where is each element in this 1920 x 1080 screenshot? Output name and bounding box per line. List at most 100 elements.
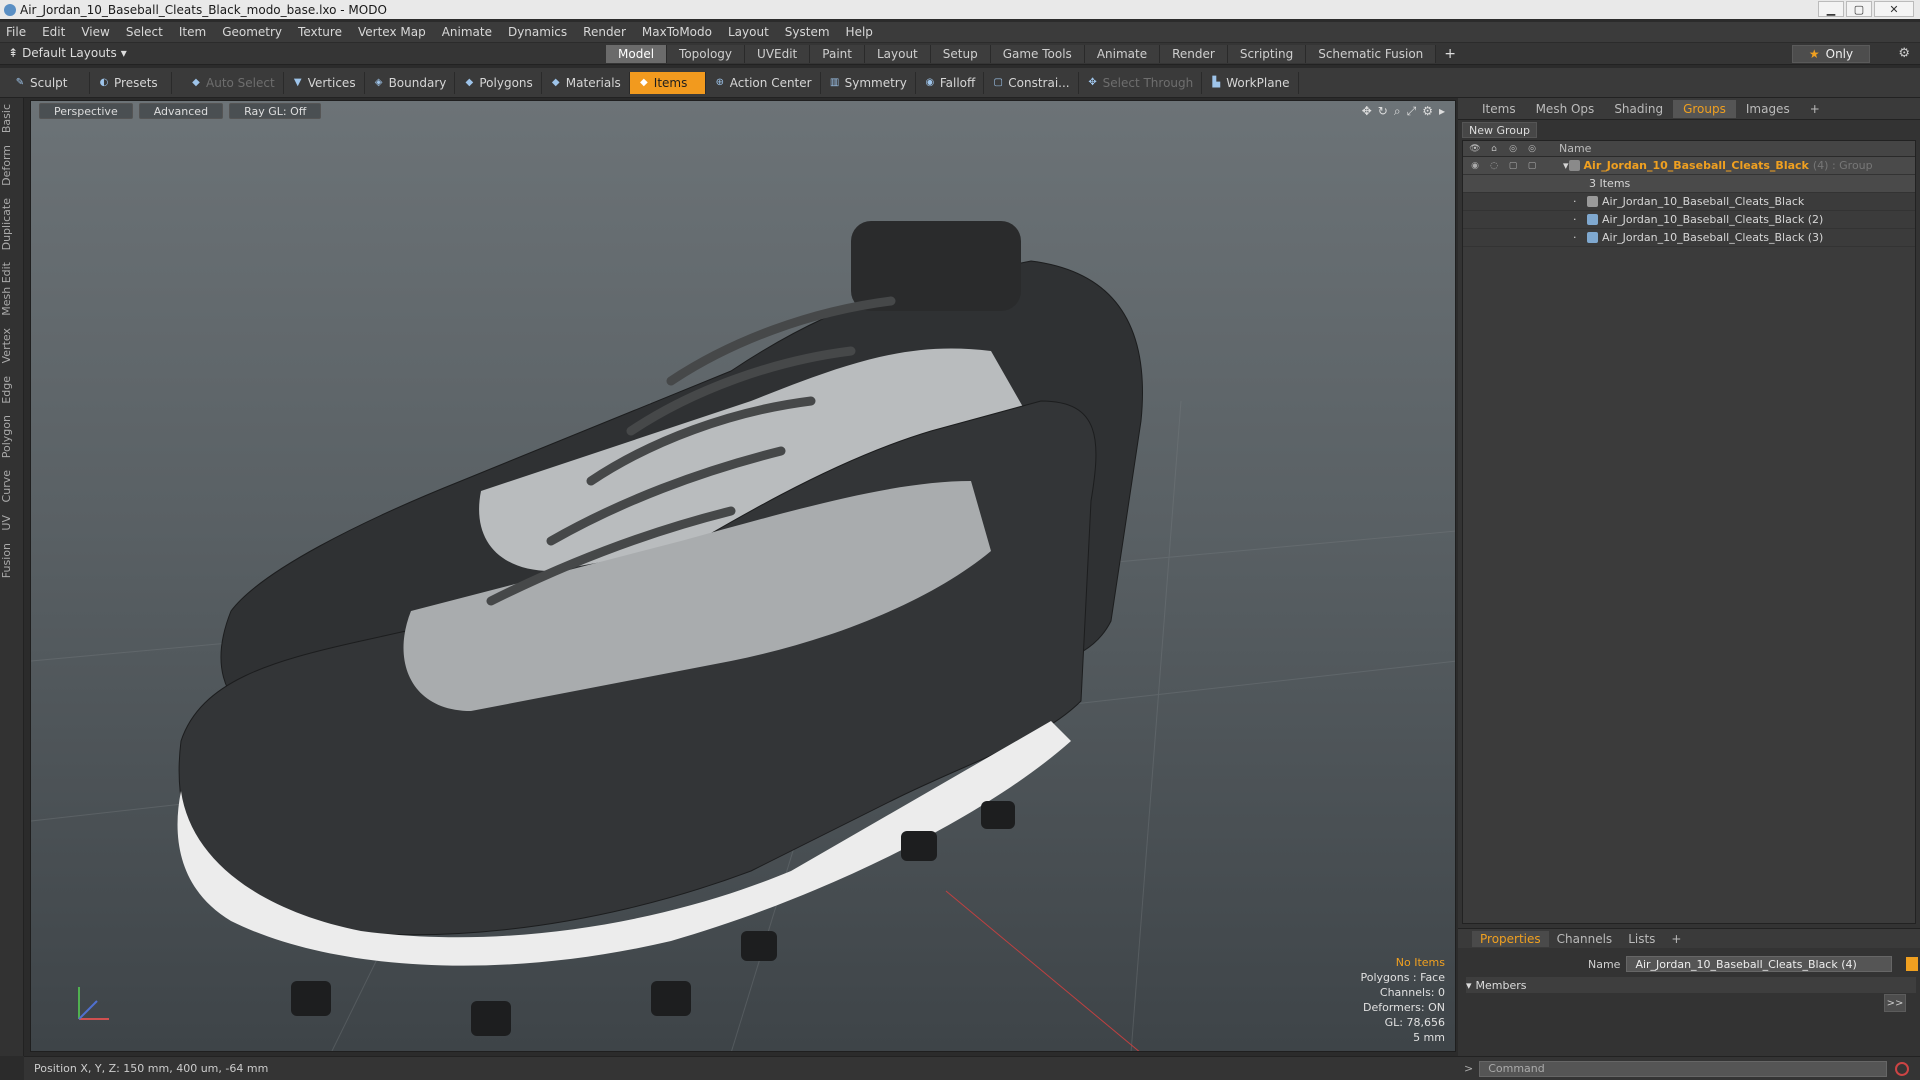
default-layouts-dropdown[interactable]: ⇞ Default Layouts ▾	[8, 46, 127, 60]
eye-icon[interactable]: ◉	[1467, 160, 1483, 172]
render-toggle-icon[interactable]: ▢	[1524, 160, 1540, 172]
add-tab-icon[interactable]: +	[1436, 45, 1464, 63]
menu-maxtomodo[interactable]: MaxToModo	[642, 25, 712, 39]
tab-paint[interactable]: Paint	[810, 45, 865, 63]
menu-animate[interactable]: Animate	[442, 25, 492, 39]
left-tab-curve[interactable]: Curve	[0, 464, 24, 508]
left-tab-deform[interactable]: Deform	[0, 139, 24, 192]
items-button[interactable]: ◆ Items	[629, 71, 706, 94]
select-through-button[interactable]: ✥ Select Through	[1079, 71, 1203, 94]
perspective-button[interactable]: Perspective	[39, 103, 133, 119]
presets-label: Presets	[114, 75, 158, 90]
left-tab-duplicate[interactable]: Duplicate	[0, 192, 24, 256]
group-row[interactable]: ◉ ◌ ▢ ▢ ▾ Air_Jordan_10_Baseball_Cleats_…	[1463, 157, 1915, 175]
menu-select[interactable]: Select	[126, 25, 163, 39]
info-gl: GL: 78,656	[1384, 1016, 1445, 1029]
menu-view[interactable]: View	[81, 25, 109, 39]
menu-geometry[interactable]: Geometry	[222, 25, 282, 39]
tab-lists[interactable]: Lists	[1620, 931, 1663, 947]
menu-render[interactable]: Render	[583, 25, 626, 39]
3d-viewport[interactable]: Perspective Advanced Ray GL: Off ✥ ↻ ⌕ ⤢…	[30, 100, 1456, 1052]
tab-items[interactable]: Items	[1472, 100, 1526, 118]
members-section[interactable]: ▾ Members	[1466, 977, 1916, 993]
lock-icon[interactable]: ◌	[1486, 160, 1502, 172]
polygons-button[interactable]: ◆ Polygons	[455, 71, 542, 94]
zoom-icon[interactable]: ⌕	[1394, 104, 1401, 119]
expand-icon[interactable]: ▾	[1563, 159, 1569, 172]
raygl-button[interactable]: Ray GL: Off	[229, 103, 322, 119]
tab-properties[interactable]: Properties	[1472, 930, 1549, 947]
command-input[interactable]: Command	[1479, 1060, 1888, 1077]
tab-model[interactable]: Model	[606, 45, 668, 63]
add-panel-tab-icon[interactable]: +	[1800, 100, 1830, 118]
tab-uvedit[interactable]: UVEdit	[745, 45, 811, 63]
left-tab-fusion[interactable]: Fusion	[0, 537, 24, 584]
group-list[interactable]: 👁 ⌂ ◎ ◎ Name ◉ ◌ ▢ ▢ ▾ Air_Jordan_10_Bas…	[1462, 140, 1916, 924]
add-props-tab-icon[interactable]: +	[1663, 931, 1689, 947]
record-icon[interactable]	[1895, 1061, 1910, 1076]
menu-help[interactable]: Help	[846, 25, 873, 39]
tab-channels[interactable]: Channels	[1549, 931, 1621, 947]
action-center-button[interactable]: ⊕ Action Center	[706, 71, 821, 94]
new-group-button[interactable]: New Group	[1462, 122, 1537, 138]
constrain-button[interactable]: ▢ Constrai...	[984, 71, 1079, 94]
only-button[interactable]: ★ Only	[1792, 45, 1870, 63]
menu-item[interactable]: Item	[179, 25, 206, 39]
cleats-render	[31, 221, 1455, 1051]
left-tab-edge[interactable]: Edge	[0, 370, 24, 410]
tab-setup[interactable]: Setup	[930, 45, 991, 63]
tab-shading[interactable]: Shading	[1604, 100, 1673, 118]
menu-vertex-map[interactable]: Vertex Map	[358, 25, 426, 39]
minimize-icon[interactable]: ▁	[1818, 1, 1844, 17]
menu-file[interactable]: File	[6, 25, 26, 39]
tab-game-tools[interactable]: Game Tools	[990, 45, 1085, 63]
workplane-button[interactable]: ▙ WorkPlane	[1202, 71, 1299, 94]
gear-icon[interactable]: ⚙	[1898, 46, 1910, 61]
left-tab-polygon[interactable]: Polygon	[0, 409, 24, 464]
group-item-count: 3 Items	[1589, 177, 1631, 190]
vertices-button[interactable]: ▼ Vertices	[284, 71, 365, 94]
members-expand-button[interactable]: >>	[1884, 994, 1906, 1012]
left-tab-vertex[interactable]: Vertex	[0, 322, 24, 369]
tab-images[interactable]: Images	[1736, 100, 1800, 118]
auto-select-button[interactable]: ◆ Auto Select	[182, 71, 284, 94]
viewport-more-icon[interactable]: ▸	[1439, 104, 1445, 119]
menu-layout[interactable]: Layout	[728, 25, 769, 39]
menu-dynamics[interactable]: Dynamics	[508, 25, 567, 39]
boundary-label: Boundary	[388, 75, 447, 90]
left-tab-mesh-edit[interactable]: Mesh Edit	[0, 256, 24, 322]
tab-scripting[interactable]: Scripting	[1227, 45, 1307, 63]
rotate-icon[interactable]: ↻	[1378, 104, 1388, 119]
pan-icon[interactable]: ✥	[1362, 104, 1372, 119]
tab-schematic-fusion[interactable]: Schematic Fusion	[1306, 45, 1437, 63]
color-swatch[interactable]	[1906, 957, 1919, 971]
list-item[interactable]: · Air_Jordan_10_Baseball_Cleats_Black (3…	[1463, 229, 1915, 247]
tab-groups[interactable]: Groups	[1673, 99, 1736, 118]
maximize-icon[interactable]: ▢	[1846, 1, 1872, 17]
tab-mesh-ops[interactable]: Mesh Ops	[1526, 100, 1605, 118]
fit-icon[interactable]: ⤢	[1407, 104, 1417, 119]
info-channels: Channels: 0	[1379, 986, 1445, 999]
symmetry-button[interactable]: ▥ Symmetry	[821, 71, 916, 94]
tab-render[interactable]: Render	[1160, 45, 1228, 63]
boundary-button[interactable]: ◈ Boundary	[365, 71, 456, 94]
menu-edit[interactable]: Edit	[42, 25, 65, 39]
advanced-button[interactable]: Advanced	[138, 103, 224, 119]
presets-button[interactable]: ◐ Presets	[90, 71, 172, 94]
materials-button[interactable]: ◆ Materials	[542, 71, 630, 94]
sculpt-button[interactable]: ✎ Sculpt	[6, 71, 90, 94]
menu-texture[interactable]: Texture	[298, 25, 342, 39]
name-field[interactable]: Air_Jordan_10_Baseball_Cleats_Black (4)	[1626, 956, 1893, 972]
list-item[interactable]: · Air_Jordan_10_Baseball_Cleats_Black	[1463, 193, 1915, 211]
tab-animate[interactable]: Animate	[1084, 45, 1161, 63]
tab-topology[interactable]: Topology	[667, 45, 746, 63]
left-tab-uv[interactable]: UV	[0, 509, 24, 537]
close-icon[interactable]: ✕	[1874, 1, 1914, 17]
tab-layout[interactable]: Layout	[864, 45, 931, 63]
falloff-button[interactable]: ◉ Falloff	[916, 71, 985, 94]
viewport-gear-icon[interactable]: ⚙	[1422, 104, 1433, 119]
list-item[interactable]: · Air_Jordan_10_Baseball_Cleats_Black (2…	[1463, 211, 1915, 229]
select-toggle-icon[interactable]: ▢	[1505, 160, 1521, 172]
menu-system[interactable]: System	[785, 25, 830, 39]
left-tab-basic[interactable]: Basic	[0, 98, 24, 139]
